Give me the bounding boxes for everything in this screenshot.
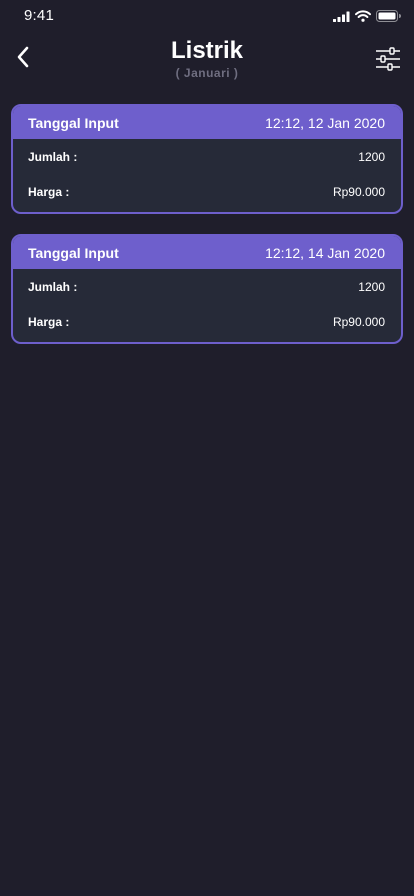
price-row: Harga : Rp90.000 xyxy=(13,174,401,209)
sliders-icon xyxy=(376,47,400,71)
price-row: Harga : Rp90.000 xyxy=(13,304,401,339)
header: Listrik ( Januari ) xyxy=(0,36,414,86)
amount-label: Jumlah : xyxy=(28,279,78,294)
amount-row: Jumlah : 1200 xyxy=(13,269,401,304)
battery-icon xyxy=(376,10,401,22)
price-value: Rp90.000 xyxy=(332,184,385,199)
card-header-label: Tanggal Input xyxy=(28,244,119,261)
amount-value: 1200 xyxy=(358,279,385,294)
card-header: Tanggal Input 12:12, 12 Jan 2020 xyxy=(13,106,401,139)
wifi-icon xyxy=(355,10,371,22)
amount-label: Jumlah : xyxy=(28,149,78,164)
status-icons xyxy=(333,10,401,22)
record-card[interactable]: Tanggal Input 12:12, 14 Jan 2020 Jumlah … xyxy=(11,234,403,344)
status-time: 9:41 xyxy=(24,7,54,24)
card-header-label: Tanggal Input xyxy=(28,114,119,131)
amount-value: 1200 xyxy=(358,149,385,164)
page-subtitle: ( Januari ) xyxy=(175,66,239,80)
price-label: Harga : xyxy=(28,184,70,199)
record-card[interactable]: Tanggal Input 12:12, 12 Jan 2020 Jumlah … xyxy=(11,104,403,214)
page-title: Listrik xyxy=(170,37,244,64)
card-date: 12:12, 12 Jan 2020 xyxy=(265,114,385,131)
price-value: Rp90.000 xyxy=(332,314,385,329)
card-header: Tanggal Input 12:12, 14 Jan 2020 xyxy=(13,236,401,269)
signal-icon xyxy=(333,11,350,22)
amount-row: Jumlah : 1200 xyxy=(13,139,401,174)
card-date: 12:12, 14 Jan 2020 xyxy=(265,244,385,261)
record-list: Tanggal Input 12:12, 12 Jan 2020 Jumlah … xyxy=(11,104,403,364)
status-bar: 9:41 xyxy=(0,0,414,32)
price-label: Harga : xyxy=(28,314,70,329)
filter-button[interactable] xyxy=(375,46,401,72)
